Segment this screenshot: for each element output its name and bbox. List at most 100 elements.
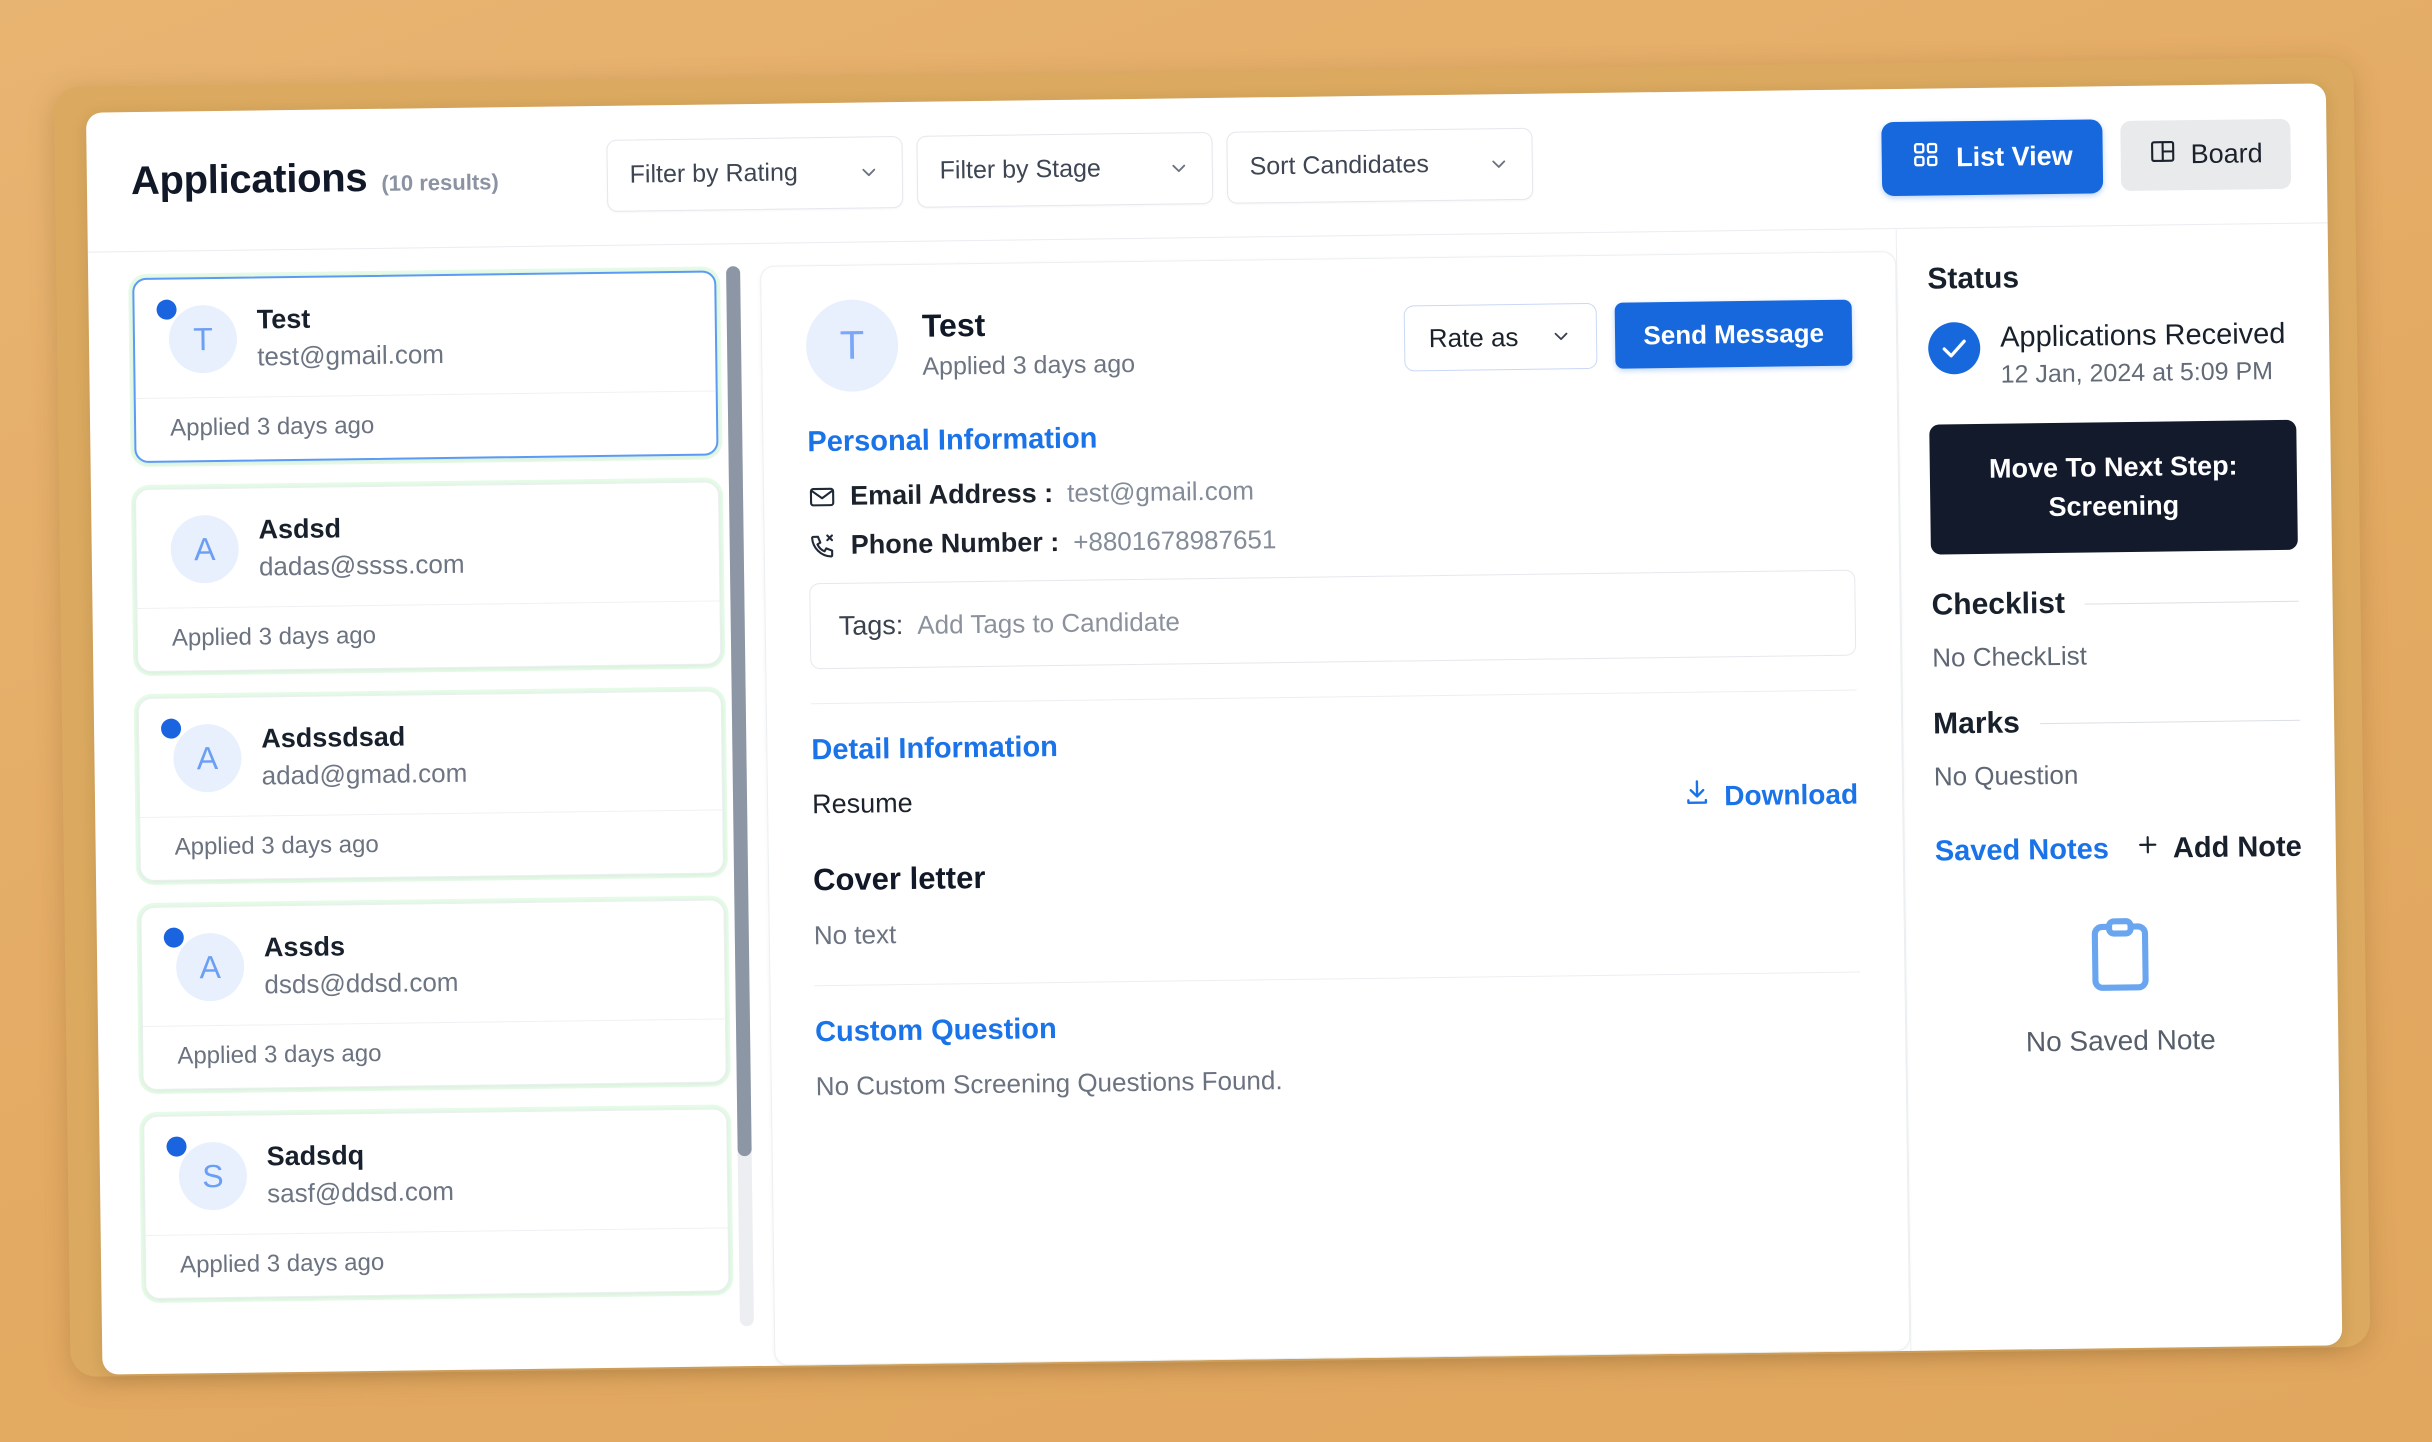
status-step-label: Applications Received — [1999, 317, 2286, 354]
list-item-header: A Asdssdsad adad@gmad.com — [139, 691, 722, 817]
list-item-email: adad@gmad.com — [261, 757, 468, 791]
saved-notes-title: Saved Notes — [1934, 833, 2110, 868]
unread-dot-icon — [163, 927, 184, 948]
phone-label: Phone Number : — [850, 526, 1060, 560]
divider — [814, 971, 1861, 987]
next-step-line1: Move To Next Step: — [1988, 450, 2238, 484]
status-step-row: Applications Received 12 Jan, 2024 at 5:… — [1927, 317, 2296, 391]
detail-header: T Test Applied 3 days ago Rate as Send M… — [805, 287, 1853, 393]
filter-group: Filter by Rating Filter by Stage Sort Ca… — [606, 127, 1534, 212]
marks-empty: No Question — [1933, 759, 2079, 792]
divider — [810, 689, 1857, 705]
list-item-name: Asdsd — [258, 513, 342, 545]
page-title-group: Applications (10 results) — [131, 154, 499, 204]
list-view-button[interactable]: List View — [1881, 118, 2104, 196]
chevron-down-icon — [858, 161, 880, 183]
move-to-next-step-button[interactable]: Move To Next Step: Screening — [1929, 419, 2298, 555]
phone-icon — [809, 531, 837, 559]
tags-placeholder: Add Tags to Candidate — [917, 605, 1181, 640]
email-row: Email Address : test@gmail.com — [808, 468, 1854, 513]
list-item-email: dsds@ddsd.com — [264, 966, 459, 1000]
rate-as-label: Rate as — [1428, 321, 1519, 353]
custom-question-body: No Custom Screening Questions Found. — [815, 1065, 1283, 1102]
list-item-applied: Applied 3 days ago — [137, 600, 721, 672]
filter-by-stage-label: Filter by Stage — [939, 154, 1101, 185]
board-icon — [2148, 137, 2176, 172]
avatar: A — [173, 723, 242, 793]
clipboard-icon — [2077, 918, 2163, 1005]
unread-dot-icon — [160, 718, 182, 739]
candidate-list-scrollbar[interactable] — [726, 266, 754, 1327]
marks-section-header: Marks — [1932, 703, 2301, 742]
results-count: (10 results) — [381, 169, 499, 196]
list-item[interactable]: A Assds dsds@ddsd.com Applied 3 days ago — [140, 899, 727, 1091]
download-icon — [1682, 777, 1712, 814]
list-view-label: List View — [1955, 140, 2073, 173]
download-label: Download — [1724, 778, 1859, 811]
personal-information-heading: Personal Information — [807, 422, 1098, 459]
list-item-email: test@gmail.com — [257, 339, 445, 372]
checklist-section-header: Checklist — [1931, 584, 2299, 623]
avatar: A — [170, 514, 240, 584]
tags-input[interactable]: Tags: Add Tags to Candidate — [809, 569, 1857, 670]
checklist-empty: No CheckList — [1932, 640, 2088, 673]
grid-icon — [1912, 140, 1940, 175]
detail-actions: Rate as Send Message — [1403, 299, 1853, 372]
list-item-name: Test — [256, 303, 311, 335]
status-sidebar: Status Applications Received 12 Jan, 202… — [1895, 223, 2343, 1351]
list-item-header: A Asdsd dadas@ssss.com — [136, 482, 719, 608]
list-item[interactable]: A Asdssdsad adad@gmad.com Applied 3 days… — [137, 690, 725, 882]
filter-by-stage-select[interactable]: Filter by Stage — [916, 131, 1214, 208]
rate-as-dropdown[interactable]: Rate as — [1403, 302, 1598, 372]
divider — [2084, 600, 2299, 605]
list-item[interactable]: S Sadsdq sasf@ddsd.com Applied 3 days ag… — [143, 1108, 730, 1300]
unread-dot-icon — [166, 1136, 187, 1157]
device-frame: Applications (10 results) Filter by Rati… — [53, 57, 2371, 1377]
add-note-label: Add Note — [2172, 830, 2302, 865]
detail-information-heading: Detail Information — [811, 731, 1059, 767]
list-item-applied: Applied 3 days ago — [135, 390, 717, 462]
phone-row: Phone Number : +8801678987651 — [809, 517, 1855, 562]
list-item[interactable]: A Asdsd dadas@ssss.com Applied 3 days ag… — [134, 481, 722, 673]
status-title: Status — [1927, 261, 2020, 296]
send-message-button[interactable]: Send Message — [1614, 299, 1853, 369]
email-value: test@gmail.com — [1066, 475, 1255, 508]
download-resume-link[interactable]: Download — [1682, 776, 1858, 815]
saved-notes-empty-state: No Saved Note — [1936, 912, 2305, 1060]
list-item-applied: Applied 3 days ago — [140, 809, 723, 881]
avatar: T — [805, 299, 899, 393]
scrollbar-thumb[interactable] — [726, 266, 752, 1157]
status-step-time: 12 Jan, 2024 at 5:09 PM — [2000, 357, 2274, 389]
phone-value: +8801678987651 — [1073, 524, 1277, 557]
page-title: Applications — [130, 156, 368, 204]
page-background: Applications (10 results) Filter by Rati… — [0, 0, 2432, 1442]
top-toolbar: Applications (10 results) Filter by Rati… — [85, 83, 2328, 253]
chevron-down-icon — [1550, 325, 1572, 347]
avatar: A — [175, 932, 245, 1002]
list-item-header: T Test test@gmail.com — [134, 272, 715, 398]
list-item[interactable]: T Test test@gmail.com Applied 3 days ago — [132, 270, 719, 464]
next-step-line2: Screening — [2048, 490, 2180, 523]
marks-label: Marks — [1932, 706, 2021, 741]
divider — [2039, 719, 2301, 724]
saved-notes-header: Saved Notes Add Note — [1935, 830, 2302, 869]
avatar: T — [168, 304, 238, 374]
checklist-label: Checklist — [1931, 587, 2066, 622]
tags-label: Tags: — [838, 609, 904, 641]
unread-dot-icon — [156, 299, 177, 320]
sort-candidates-select[interactable]: Sort Candidates — [1226, 127, 1534, 204]
view-switcher: List View Board — [1881, 116, 2292, 196]
list-item-email: dadas@ssss.com — [258, 548, 465, 582]
filter-by-rating-select[interactable]: Filter by Rating — [606, 135, 904, 212]
list-item-applied: Applied 3 days ago — [142, 1018, 726, 1090]
candidate-name: Test — [921, 306, 986, 344]
board-view-button[interactable]: Board — [2120, 118, 2292, 191]
main-body: T Test test@gmail.com Applied 3 days ago… — [88, 223, 2343, 1374]
avatar: S — [178, 1141, 248, 1211]
application-window: Applications (10 results) Filter by Rati… — [85, 83, 2343, 1375]
board-view-label: Board — [2190, 138, 2263, 170]
list-item-header: S Sadsdq sasf@ddsd.com — [144, 1109, 727, 1235]
chevron-down-icon — [1487, 153, 1509, 175]
add-note-button[interactable]: Add Note — [2135, 830, 2302, 866]
list-item-name: Asdssdsad — [261, 721, 406, 754]
